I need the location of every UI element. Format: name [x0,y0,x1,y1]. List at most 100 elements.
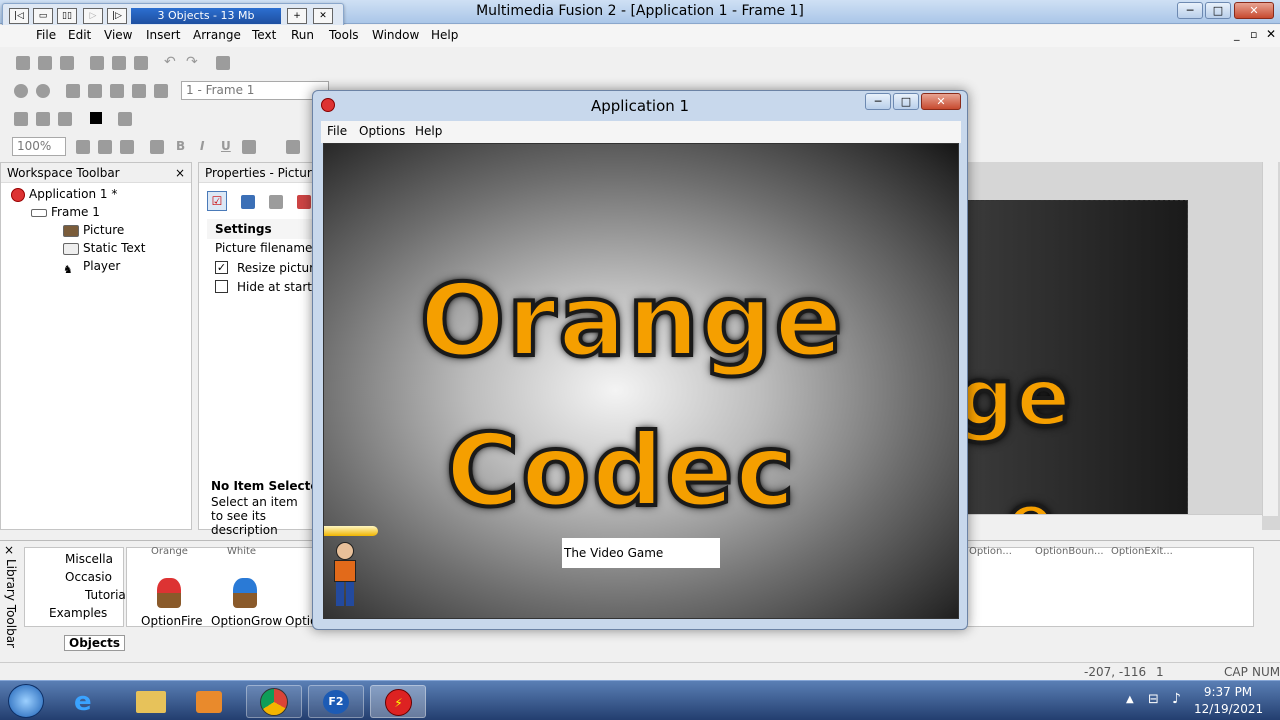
game-screen[interactable]: Orange Codec The Video Game [323,143,959,619]
app-maximize-button[interactable]: □ [893,93,919,110]
library-close-icon[interactable]: × [4,543,14,557]
library-tree-occasional[interactable]: Occasio [65,568,112,586]
menu-tools[interactable]: Tools [329,28,359,42]
library-tree-examples[interactable]: Examples [49,604,107,622]
workspace-close-icon[interactable]: × [175,163,185,183]
open-icon[interactable] [38,56,52,70]
menu-text[interactable]: Text [252,28,276,42]
app-close-button[interactable]: ✕ [921,93,961,110]
menu-arrange[interactable]: Arrange [193,28,241,42]
network-icon[interactable]: ⊟ [1148,692,1159,707]
grid-icon[interactable] [110,84,124,98]
player-icon: ♞ [63,262,73,276]
volume-icon[interactable]: ♪ [1172,691,1181,707]
redo-icon[interactable]: ↷ [186,54,198,70]
taskbar-chrome[interactable] [246,685,302,718]
keyboard-icon[interactable] [118,112,132,126]
frame-editor-icon[interactable] [36,84,50,98]
app-menu-options[interactable]: Options [359,124,405,138]
settings-tab-icon[interactable]: ☑ [207,191,227,211]
explorer-icon[interactable] [136,691,166,713]
hide-at-start-checkbox[interactable] [215,280,228,293]
run-app-icon[interactable] [14,112,28,126]
ie-icon[interactable]: e [74,689,104,715]
size-tab-icon[interactable] [269,195,283,209]
events-tab-icon[interactable] [297,195,311,209]
library-item-optiongrow[interactable]: OptionGrow [211,614,282,628]
add-button[interactable]: + [287,8,307,24]
save-icon[interactable] [60,56,74,70]
frame-icon [31,208,47,217]
app-menu-file[interactable]: File [327,124,347,138]
app-menu-help[interactable]: Help [415,124,442,138]
taskbar-mmf2[interactable]: F2 [308,685,364,718]
menu-view[interactable]: View [104,28,132,42]
align-left-icon[interactable] [76,140,90,154]
option-fire-icon[interactable] [157,578,181,608]
tree-item-application[interactable]: Application 1 * [11,185,117,203]
zoom-select[interactable]: 100% [12,137,66,156]
editor-horizontal-scrollbar[interactable] [966,514,1262,530]
last-frame-button[interactable]: |▷ [107,8,127,24]
clock-time[interactable]: 9:37 PM [1196,685,1260,699]
menu-help[interactable]: Help [431,28,458,42]
menu-insert[interactable]: Insert [146,28,180,42]
menu-edit[interactable]: Edit [68,28,91,42]
run-frame-icon[interactable] [36,112,50,126]
comment-icon[interactable] [216,56,230,70]
build-icon[interactable] [58,112,72,126]
toolbar-close-button[interactable]: ✕ [313,8,333,24]
first-frame-button[interactable]: |◁ [9,8,29,24]
objects-tab[interactable]: Objects [64,635,126,651]
mdi-min-icon[interactable]: _ [1234,28,1240,41]
data-icon[interactable] [154,84,168,98]
align-center-icon[interactable] [98,140,112,154]
option-grow-icon[interactable] [233,578,257,608]
tree-item-frame[interactable]: Frame 1 [31,203,100,221]
resize-picture-checkbox[interactable]: ✓ [215,261,228,274]
underline-button[interactable]: U [221,139,231,153]
display-tab-icon[interactable] [241,195,255,209]
tree-item-player[interactable]: ♞ Player [63,257,120,276]
editor-vertical-scrollbar[interactable] [1262,162,1278,516]
mdi-close-icon[interactable]: ✕ [1266,27,1276,41]
cut-icon[interactable] [90,56,104,70]
copy-icon[interactable] [112,56,126,70]
pause-button[interactable]: ▯▯ [57,8,77,24]
list-icon[interactable] [132,84,146,98]
italic-button[interactable]: I [200,139,204,153]
menu-file[interactable]: File [36,28,56,42]
stop-button[interactable]: ▭ [33,8,53,24]
frame-select[interactable]: 1 - Frame 1 [181,81,329,100]
library-item-optionfire[interactable]: OptionFire [141,614,202,628]
event-editor-icon[interactable] [66,84,80,98]
tree-item-static-text[interactable]: Static Text [63,239,145,257]
clock-date[interactable]: 12/19/2021 [1194,702,1263,716]
close-button[interactable]: ✕ [1234,2,1274,19]
play-button[interactable]: ▷ [83,8,103,24]
bold-button[interactable]: B [176,139,185,153]
tray-expand-icon[interactable]: ▲ [1126,694,1134,705]
align-right-icon[interactable] [120,140,134,154]
new-icon[interactable] [16,56,30,70]
library-tree-misc[interactable]: Miscella [65,550,113,568]
undo-icon[interactable]: ↶ [164,54,176,70]
taskbar-app[interactable]: ⚡ [370,685,426,718]
text-color-icon[interactable] [242,140,256,154]
menu-run[interactable]: Run [291,28,314,42]
menu-window[interactable]: Window [372,28,419,42]
tree-item-picture[interactable]: Picture [63,221,124,239]
mdi-restore-icon[interactable]: ▫ [1250,28,1257,41]
library-tree-tutorial[interactable]: Tutorial [85,586,129,604]
color-icon[interactable] [90,112,102,124]
paragraph-icon[interactable] [286,140,300,154]
paste-icon[interactable] [134,56,148,70]
media-player-icon[interactable] [196,691,222,713]
font-icon[interactable] [150,140,164,154]
start-button[interactable] [8,684,44,718]
storyboard-icon[interactable] [14,84,28,98]
app-minimize-button[interactable]: ─ [865,93,891,110]
event-list-icon[interactable] [88,84,102,98]
minimize-button[interactable]: ─ [1177,2,1203,19]
maximize-button[interactable]: □ [1205,2,1231,19]
